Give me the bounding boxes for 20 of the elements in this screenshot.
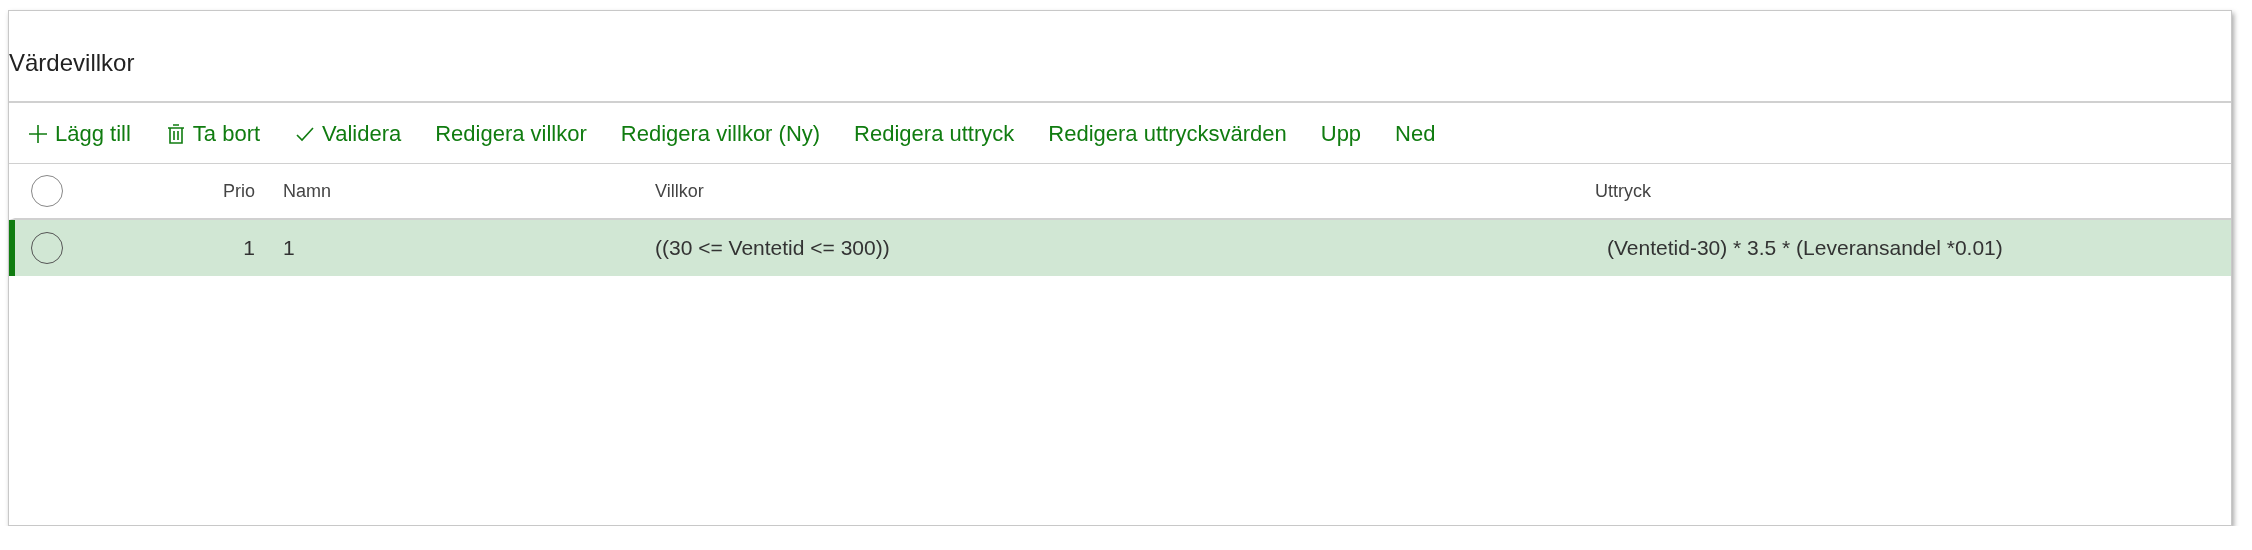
- table-cell-text: 1: [282, 236, 296, 260]
- toolbar-button[interactable]: Redigera uttrycksvärden: [1040, 117, 1302, 151]
- column-header[interactable]: Villkor: [655, 180, 1595, 202]
- table-cell-text: 1: [242, 236, 255, 260]
- toolbar-button[interactable]: Redigera villkor: [427, 117, 602, 151]
- toolbar-button[interactable]: Redigera uttryck: [846, 117, 1030, 151]
- toolbar-button[interactable]: Validera: [286, 117, 417, 151]
- panel-title: Värdevillkor: [9, 11, 2231, 103]
- column-header[interactable]: Namn: [275, 180, 655, 202]
- column-header[interactable]: Prio: [105, 180, 255, 202]
- toolbar-button[interactable]: Redigera villkor (Ny): [612, 117, 836, 151]
- toolbar-button[interactable]: Ned: [1387, 117, 1451, 151]
- toolbar-button[interactable]: Lägg till: [19, 117, 146, 151]
- table-cell-text: (Ventetid-30) * 3.5 * (Leveransandel *0.01): [1606, 236, 2004, 260]
- toolbar-button[interactable]: Ta bort: [156, 117, 276, 151]
- column-header[interactable]: Uttryck: [1595, 180, 2231, 202]
- toolbar-button[interactable]: Upp: [1312, 117, 1377, 151]
- table-cell-text: ((30 <= Ventetid <= 300)): [655, 236, 891, 260]
- plus-icon: [27, 123, 49, 145]
- table-row[interactable]: 1 1 ((30 <= Ventetid <= 300)) (Ventetid-30) * 3.5 * (Leveransandel *0.01): [9, 220, 2231, 276]
